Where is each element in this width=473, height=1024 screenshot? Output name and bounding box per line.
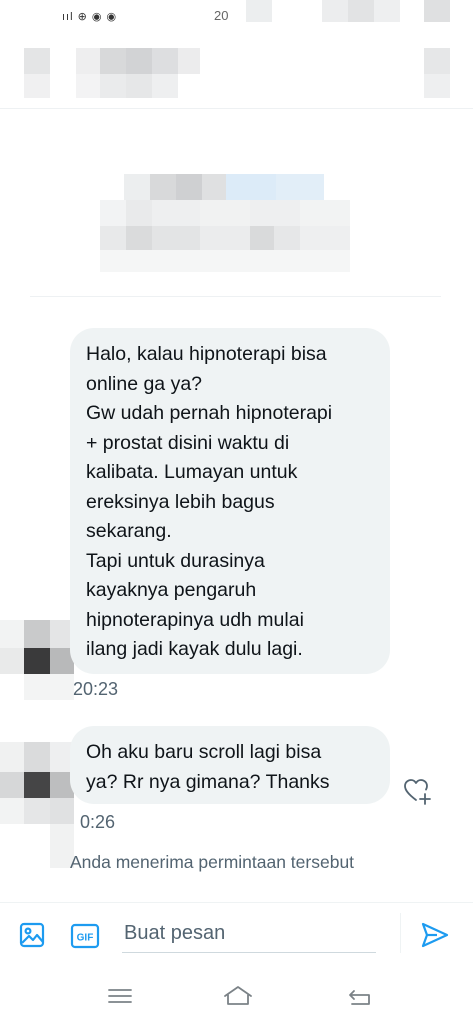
blurred-pixel [76, 48, 102, 74]
blurred-pixel [152, 48, 178, 74]
blurred-pixel [152, 200, 200, 226]
message-bubble[interactable]: Halo, kalau hipnoterapi bisa online ga y… [70, 328, 390, 674]
sender-avatar[interactable] [0, 742, 74, 868]
message-line: kalibata. Lumayan untuk [86, 461, 298, 483]
blurred-pixel [124, 174, 150, 200]
send-icon[interactable] [420, 921, 450, 949]
blurred-pixel [0, 798, 24, 824]
gif-label: GIF [77, 933, 94, 944]
status-icons: ııl ⊕ ◉ ◉ [62, 11, 118, 23]
blurred-pixel [274, 226, 300, 250]
conversation-header[interactable] [0, 30, 473, 110]
status-bar: ııl ⊕ ◉ ◉ 20 [0, 0, 473, 30]
info-icon-blurred [424, 48, 450, 74]
blurred-pixel [24, 74, 50, 98]
blurred-pixel [24, 620, 50, 648]
sender-avatar[interactable] [0, 620, 74, 700]
blurred-pixel [0, 742, 24, 772]
message-timestamp: 20:23 [73, 679, 119, 699]
message-bubble[interactable]: Oh aku baru scroll lagi bisa ya? Rr nya … [70, 726, 390, 804]
blurred-pixel [126, 74, 152, 98]
heart-plus-icon[interactable] [402, 776, 432, 806]
message-line: online ga ya? [86, 372, 203, 395]
blurred-pixel [100, 74, 126, 98]
blurred-pixel [276, 174, 324, 200]
back-icon[interactable] [340, 982, 380, 1010]
blurred-pixel [126, 200, 152, 226]
blurred-pixel [0, 648, 24, 674]
message-line: hipnoterapinya udh mulai [86, 608, 304, 631]
profile-summary[interactable] [0, 160, 473, 300]
blurred-pixel [300, 200, 350, 226]
request-accepted-note: Anda menerima permintaan tersebut [70, 852, 355, 872]
blurred-pixel [424, 74, 450, 98]
blurred-pixel [24, 798, 50, 824]
blurred-pixel [374, 0, 400, 22]
blurred-pixel [250, 200, 300, 226]
blurred-pixel [24, 674, 74, 700]
blurred-pixel [152, 226, 200, 250]
message-line: + prostat disini waktu di [86, 431, 290, 454]
image-icon[interactable] [18, 921, 46, 949]
blurred-pixel [300, 226, 350, 250]
message-line: Gw udah pernah hipnoterapi [86, 402, 333, 424]
back-arrow-blurred [24, 48, 50, 74]
blurred-pixel [24, 742, 50, 772]
blurred-pixel [250, 226, 274, 250]
header-divider [0, 108, 473, 109]
message-line: ilang jadi kayak dulu lagi. [86, 638, 303, 660]
blurred-pixel [100, 200, 126, 226]
blurred-pixel [0, 620, 24, 648]
message-line: Halo, kalau hipnoterapi bisa [86, 343, 327, 365]
message-line: sekarang. [86, 520, 172, 542]
blurred-pixel [200, 226, 250, 250]
message-timestamp: 0:26 [80, 812, 116, 832]
message-composer: GIF [0, 903, 473, 965]
composer-separator [400, 913, 401, 953]
blurred-pixel [348, 0, 374, 22]
blurred-pixel [246, 0, 272, 22]
blurred-pixel [100, 48, 126, 74]
message-line: ereksinya lebih bagus [86, 490, 275, 513]
blurred-pixel [150, 174, 176, 200]
blurred-pixel [202, 174, 226, 200]
blurred-pixel [76, 74, 102, 98]
home-icon[interactable] [218, 982, 258, 1010]
blurred-pixel [100, 226, 126, 250]
blurred-pixel [176, 174, 202, 200]
blurred-pixel [24, 772, 50, 798]
blurred-pixel [126, 226, 152, 250]
message-line: ya? Rr nya gimana? Thanks [86, 770, 330, 793]
blurred-pixel [322, 0, 348, 22]
message-input[interactable] [122, 915, 376, 953]
blurred-pixel [178, 48, 200, 74]
message-line: kayaknya pengaruh [86, 579, 257, 601]
blurred-pixel [152, 74, 178, 98]
blurred-pixel [226, 174, 276, 200]
message-line: Oh aku baru scroll lagi bisa [86, 741, 322, 763]
blurred-pixel [50, 798, 74, 824]
blurred-pixel [24, 648, 50, 674]
status-time: 20 [214, 8, 229, 23]
profile-divider [30, 296, 441, 297]
blurred-pixel [424, 0, 450, 22]
gif-icon[interactable]: GIF [70, 923, 100, 949]
blurred-pixel [0, 772, 24, 798]
blurred-pixel [126, 48, 152, 74]
blurred-pixel [200, 200, 250, 226]
menu-icon[interactable] [100, 982, 140, 1010]
system-nav-bar [0, 968, 473, 1024]
blurred-pixel [100, 250, 350, 272]
message-line: Tapi untuk durasinya [86, 549, 265, 572]
